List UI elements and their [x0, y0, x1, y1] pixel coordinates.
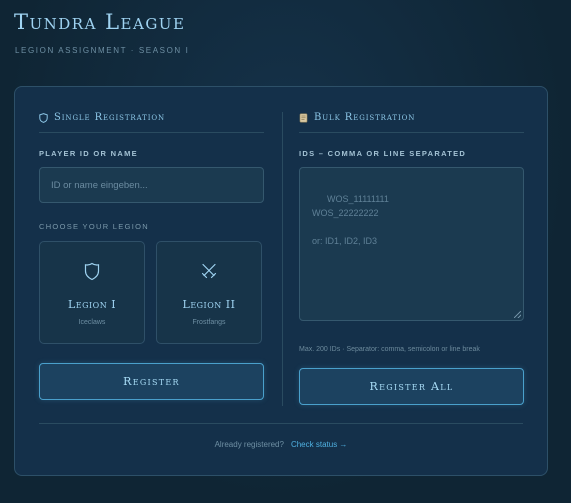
bulk-ids-textarea[interactable]: WOS_11111111 WOS_22222222 or: ID1, ID2, … [299, 167, 524, 321]
crossed-swords-icon [157, 262, 261, 280]
legion-option-2[interactable]: Legion II Frostfangs [156, 241, 262, 344]
ids-label: IDS – COMMA OR LINE SEPARATED [299, 149, 467, 158]
bulk-registration-header: Bulk Registration [299, 103, 524, 133]
legion-subtitle: Iceclaws [78, 319, 106, 326]
page-subtitle: LEGION ASSIGNMENT · SEASON I [15, 46, 190, 55]
single-registration-title: Single Registration [54, 112, 166, 123]
single-registration-header: Single Registration [39, 103, 264, 133]
legion-name: Legion I [67, 298, 117, 311]
page: Tundra League LEGION ASSIGNMENT · SEASON… [0, 0, 571, 503]
bulk-registration-title: Bulk Registration [314, 112, 416, 123]
page-title: Tundra League [14, 10, 186, 34]
legion-subtitle: Frostfangs [192, 319, 226, 326]
shield-icon [40, 262, 144, 281]
resize-handle[interactable] [514, 311, 521, 318]
scroll-icon [299, 113, 308, 123]
registration-card: Single Registration PLAYER ID OR NAME ID… [14, 86, 548, 476]
column-divider [282, 112, 283, 406]
bulk-hint: Max. 200 IDs · Separator: comma, semicol… [299, 346, 480, 353]
footer-question: Already registered? [214, 440, 284, 449]
choose-legion-label: CHOOSE YOUR LEGION [39, 222, 149, 231]
footer-divider [39, 423, 523, 424]
legion-name: Legion II [182, 298, 236, 311]
bulk-ids-placeholder: WOS_11111111 WOS_22222222 or: ID1, ID2, … [312, 194, 389, 246]
check-status-link[interactable]: Check status → [291, 440, 347, 449]
player-id-label: PLAYER ID OR NAME [39, 149, 138, 158]
register-all-button[interactable]: Register All [299, 368, 524, 405]
shield-icon [39, 112, 48, 123]
footer: Already registered? Check status → [15, 440, 547, 449]
player-id-input[interactable]: ID or name eingeben... [39, 167, 264, 203]
register-button[interactable]: Register [39, 363, 264, 400]
legion-option-1[interactable]: Legion I Iceclaws [39, 241, 145, 344]
